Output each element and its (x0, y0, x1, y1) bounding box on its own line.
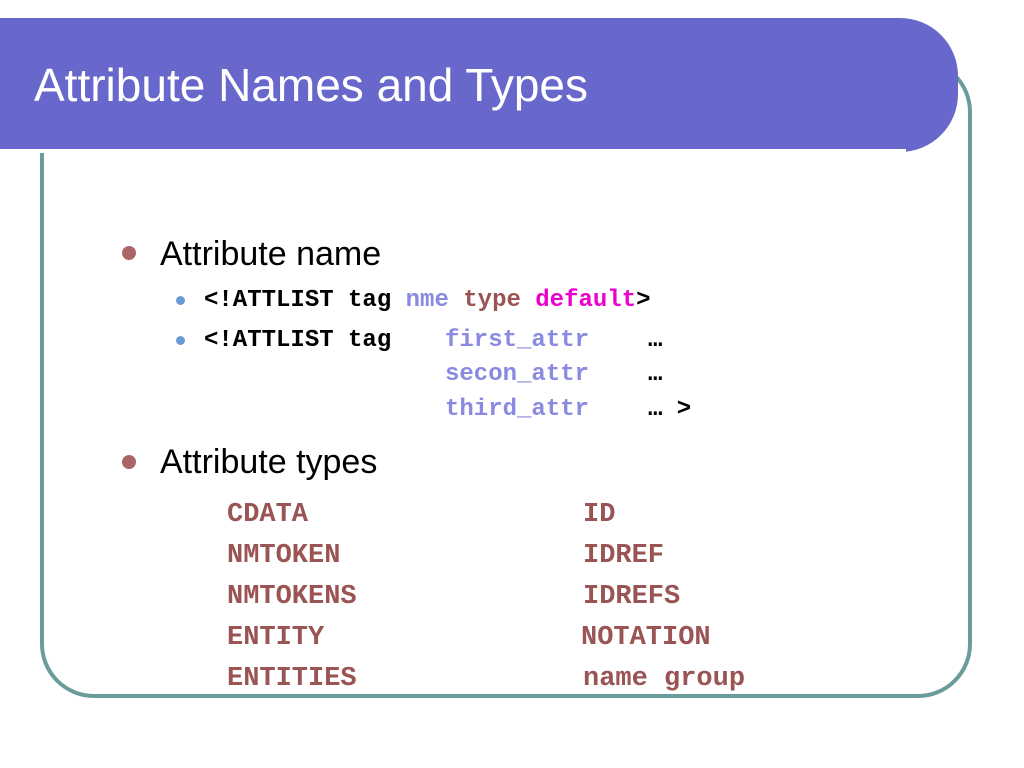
code-third-attr: third_attr (445, 396, 590, 423)
attribute-type: NOTATION (581, 623, 711, 653)
sub-bullet-dot-icon (176, 336, 185, 345)
code-attr-name: nme (405, 287, 449, 314)
code-ellipsis-2: … (648, 361, 663, 388)
code-first-attr: first_attr (445, 327, 590, 354)
attribute-type: ENTITIES (227, 664, 357, 694)
slide-title: Attribute Names and Types (34, 59, 588, 111)
code-secon-attr: secon_attr (445, 361, 590, 388)
title-underline (0, 149, 906, 153)
attribute-type: ID (583, 500, 616, 530)
attribute-type: ENTITY (227, 623, 325, 653)
attribute-type: IDREF (583, 541, 665, 571)
bullet-dot-icon (122, 246, 136, 260)
code-attlist-open-2: <!ATTLIST tag (204, 327, 392, 354)
attribute-type: CDATA (227, 500, 309, 530)
attribute-type: NMTOKENS (227, 582, 357, 612)
title-bar: Attribute Names and Types (0, 18, 958, 153)
code-ellipsis-1: … (648, 327, 663, 354)
code-attlist-open: <!ATTLIST tag (204, 287, 392, 314)
code-ellipsis-close: … > (648, 396, 692, 423)
sub-bullet-dot-icon (176, 296, 185, 305)
bullet-attribute-name: Attribute name (160, 235, 382, 273)
code-attr-type: type (463, 287, 521, 314)
code-attr-default: default (535, 287, 637, 314)
bullet-attribute-types: Attribute types (160, 443, 378, 481)
attribute-type: IDREFS (583, 582, 681, 612)
bullet-dot-icon (122, 455, 136, 469)
attribute-type: name group (583, 664, 746, 694)
code-close: > (636, 287, 651, 314)
attribute-type: NMTOKEN (227, 541, 341, 571)
code-line-1: <!ATTLIST tag nme type default> (204, 289, 651, 313)
